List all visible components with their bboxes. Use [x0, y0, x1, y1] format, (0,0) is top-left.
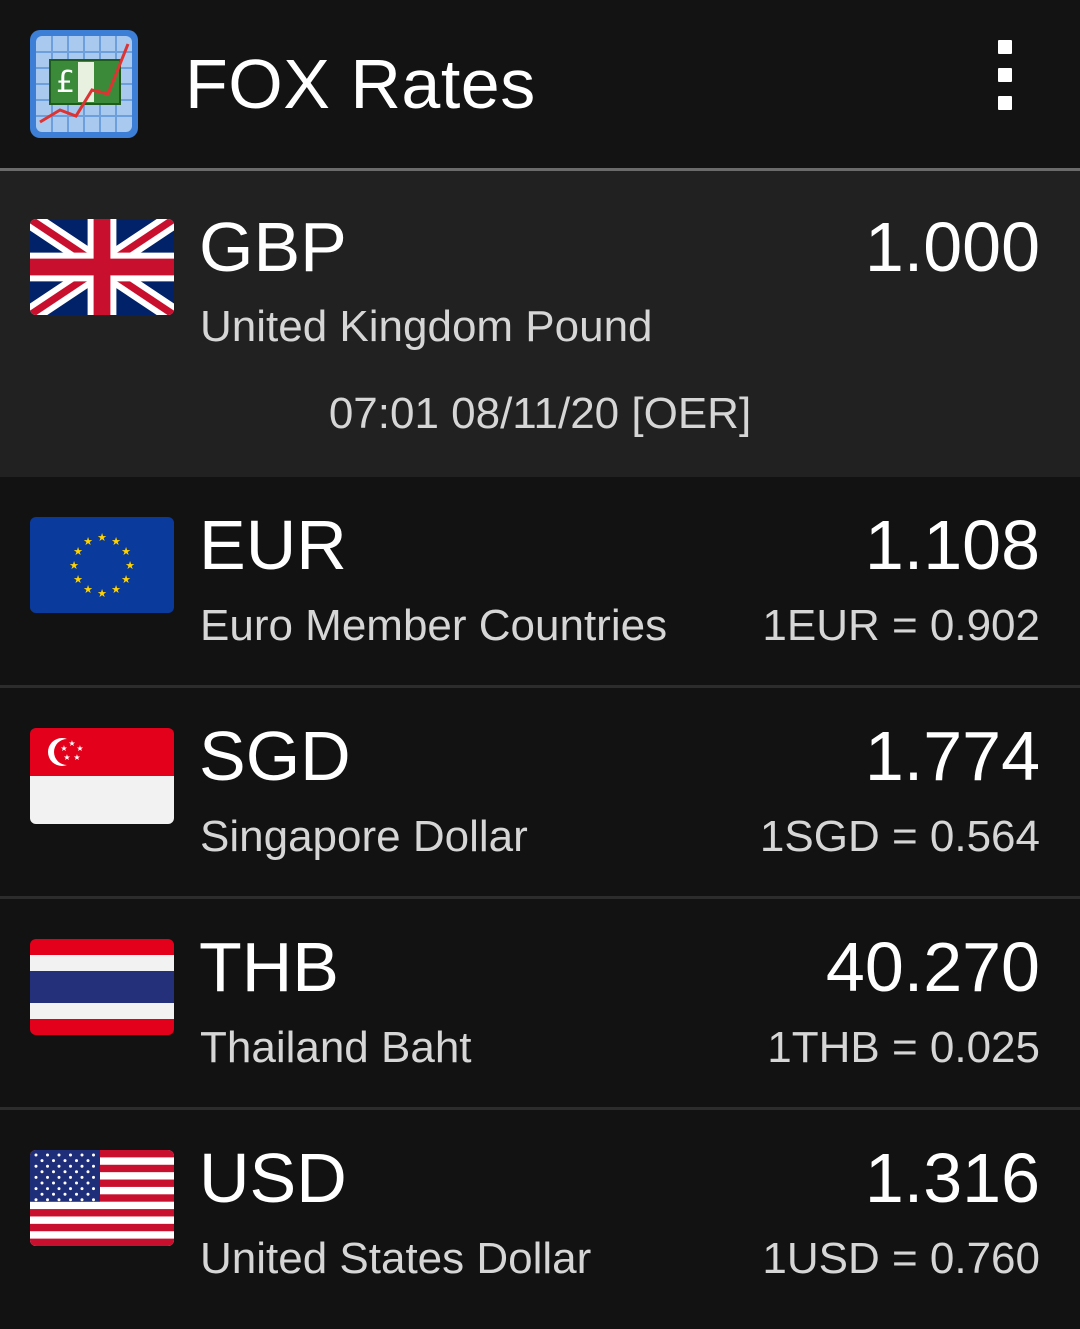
svg-text:★: ★	[121, 573, 131, 586]
svg-text:★: ★	[111, 583, 121, 596]
svg-text:£: £	[56, 65, 75, 100]
svg-text:★: ★	[83, 583, 93, 596]
currency-rate: 1.000	[864, 208, 1040, 286]
currency-code: EUR	[199, 506, 347, 584]
currency-name: United States Dollar	[200, 1234, 592, 1283]
currency-row-usd[interactable]: USD United States Dollar 1.316 1USD = 0.…	[0, 1110, 1080, 1318]
flag-sg-icon: ★ ★ ★ ★ ★	[30, 728, 174, 824]
flag-us-icon	[30, 1150, 174, 1246]
currency-row-eur[interactable]: ★ ★ ★ ★ ★ ★ ★ ★ ★ ★ ★ ★ EUR Euro Member Countrie…	[0, 477, 1080, 688]
currency-row-thb[interactable]: THB Thailand Baht 40.270 1THB = 0.025	[0, 899, 1080, 1110]
more-vert-icon[interactable]	[975, 40, 1035, 110]
currency-code: SGD	[199, 717, 351, 795]
currency-rate: 40.270	[825, 928, 1040, 1006]
inverse-rate: 1USD = 0.760	[762, 1234, 1040, 1283]
currency-name: United Kingdom Pound	[200, 302, 653, 351]
fox-rates-logo-icon: £	[30, 30, 138, 138]
currency-name: Euro Member Countries	[200, 601, 668, 650]
svg-text:★: ★	[73, 753, 80, 762]
app-bar: £ FOX Rates	[0, 0, 1080, 171]
currency-name: Thailand Baht	[200, 1023, 472, 1072]
rates-timestamp: 07:01 08/11/20 [OER]	[328, 389, 752, 438]
app-title: FOX Rates	[185, 45, 536, 123]
currency-row-sgd[interactable]: ★ ★ ★ ★ ★ SGD Singapore Dollar 1.774 1SGD =…	[0, 688, 1080, 899]
svg-text:★: ★	[111, 535, 121, 548]
svg-text:★: ★	[125, 559, 135, 572]
currency-rate: 1.774	[864, 717, 1040, 795]
svg-text:★: ★	[63, 753, 70, 762]
svg-text:★: ★	[69, 559, 79, 572]
svg-text:★: ★	[97, 587, 107, 600]
base-currency-row[interactable]: GBP United Kingdom Pound 1.000 07:01 08/…	[0, 171, 1080, 477]
inverse-rate: 1THB = 0.025	[767, 1023, 1040, 1072]
currency-list: GBP United Kingdom Pound 1.000 07:01 08/…	[0, 171, 1080, 1318]
svg-text:★: ★	[60, 744, 67, 753]
flag-th-icon	[30, 939, 174, 1035]
currency-code: USD	[199, 1139, 347, 1217]
currency-rate: 1.108	[864, 506, 1040, 584]
flag-eu-icon: ★ ★ ★ ★ ★ ★ ★ ★ ★ ★ ★ ★	[30, 517, 174, 613]
svg-text:★: ★	[83, 535, 93, 548]
svg-text:★: ★	[76, 744, 83, 753]
currency-code: THB	[199, 928, 339, 1006]
currency-rate: 1.316	[864, 1139, 1040, 1217]
flag-gb-icon	[30, 219, 174, 315]
svg-text:★: ★	[97, 531, 107, 544]
svg-text:★: ★	[73, 545, 83, 558]
svg-text:★: ★	[73, 573, 83, 586]
currency-name: Singapore Dollar	[200, 812, 528, 861]
svg-text:★: ★	[121, 545, 131, 558]
svg-text:★: ★	[68, 739, 75, 748]
inverse-rate: 1EUR = 0.902	[762, 601, 1040, 650]
currency-code: GBP	[199, 208, 347, 286]
inverse-rate: 1SGD = 0.564	[759, 812, 1040, 861]
